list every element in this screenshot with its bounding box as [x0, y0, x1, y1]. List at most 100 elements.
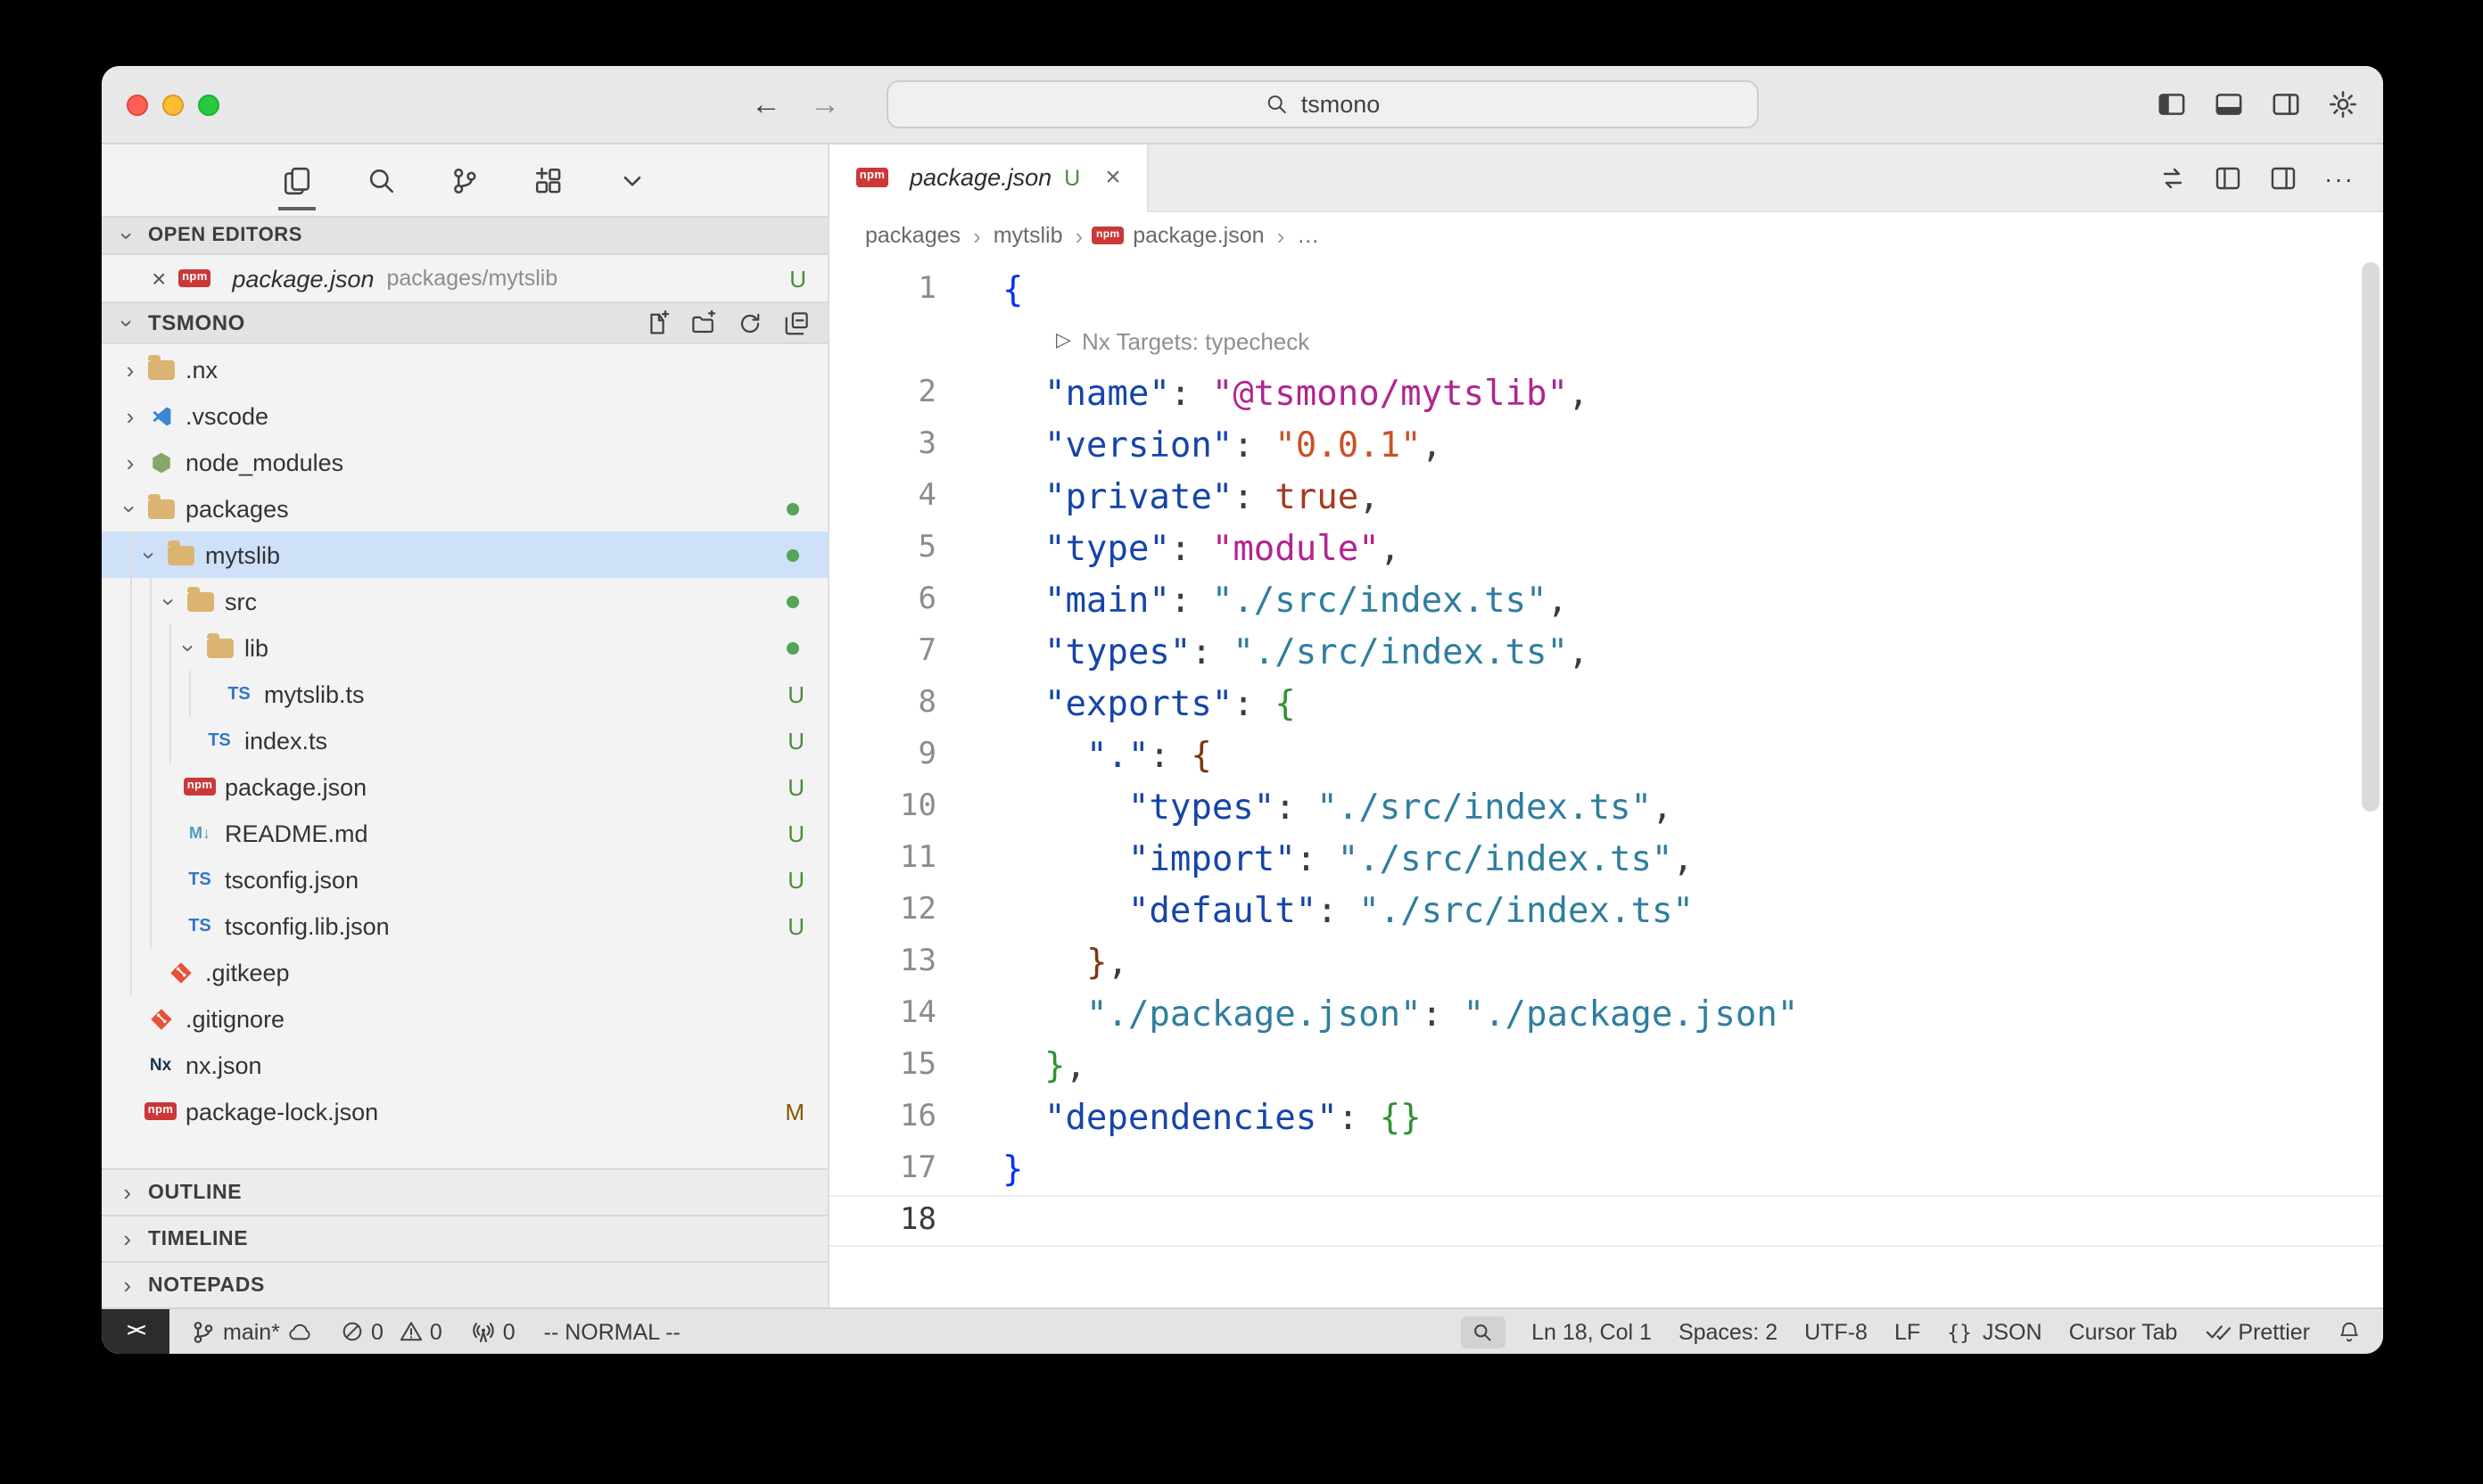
tree-item-.gitkeep[interactable]: .gitkeep — [102, 949, 828, 995]
breadcrumb-item-packages[interactable]: packages — [865, 223, 961, 248]
indentation-indicator[interactable]: Spaces: 2 — [1679, 1319, 1778, 1344]
language-mode[interactable]: {} JSON — [1947, 1319, 2042, 1344]
tree-item-.vscode[interactable]: ›.vscode — [102, 392, 828, 439]
cursor-tab-indicator[interactable]: Cursor Tab — [2069, 1319, 2178, 1344]
chevron-down-icon: › — [117, 494, 144, 523]
source-control-view-icon[interactable] — [446, 161, 483, 199]
open-editor-entry[interactable]: × npm package.json packages/mytslib U — [102, 255, 828, 301]
title-bar: ← → tsmono — [102, 66, 2383, 144]
breadcrumb-item-mytslib[interactable]: mytslib — [994, 223, 1063, 248]
close-tab-icon[interactable]: × — [1105, 162, 1121, 193]
ts-icon: TS — [184, 916, 216, 936]
eol-indicator[interactable]: LF — [1894, 1319, 1920, 1344]
encoding-indicator[interactable]: UTF-8 — [1804, 1319, 1868, 1344]
section-outline-label: OUTLINE — [148, 1182, 242, 1203]
close-editor-icon[interactable]: × — [152, 264, 166, 293]
md-icon: M↓ — [184, 824, 216, 842]
vertical-scrollbar[interactable] — [2362, 262, 2380, 812]
formatter-indicator[interactable]: Prettier — [2204, 1319, 2310, 1344]
remote-indicator[interactable]: >< — [102, 1309, 169, 1354]
publish-icon — [287, 1319, 312, 1344]
run-icon[interactable]: ▷ — [1056, 316, 1071, 367]
eol-label: LF — [1894, 1319, 1920, 1344]
vim-mode-indicator[interactable]: -- NORMAL -- — [544, 1319, 681, 1344]
explorer-view-icon[interactable] — [278, 161, 316, 199]
code-line: 10 "types": "./src/index.ts", — [829, 781, 2383, 833]
ts-icon: TS — [203, 730, 235, 750]
cursor-position[interactable]: Ln 18, Col 1 — [1531, 1319, 1652, 1344]
forward-button[interactable]: → — [810, 89, 840, 120]
tree-item-packages[interactable]: ›packages — [102, 485, 828, 532]
notifications-bell[interactable] — [2337, 1319, 2362, 1344]
sidebar: › OPEN EDITORS × npm package.json packag… — [102, 144, 828, 1307]
codelens-label[interactable]: Nx Targets: typecheck — [1082, 316, 1309, 367]
new-folder-button[interactable] — [690, 309, 717, 336]
chevron-right-icon: › — [120, 1272, 136, 1298]
compare-changes-icon[interactable] — [2158, 163, 2187, 192]
branch-indicator[interactable]: main* — [191, 1319, 312, 1344]
settings-gear-icon[interactable] — [2328, 89, 2358, 120]
code-line: 2 "name": "@tsmono/mytslib", — [829, 367, 2383, 419]
indent-guide — [169, 624, 171, 671]
toggle-secondary-sidebar-icon[interactable] — [2271, 89, 2301, 120]
extensions-view-icon[interactable] — [530, 161, 567, 199]
tree-item-.gitignore[interactable]: .gitignore — [102, 995, 828, 1042]
tree-item-src[interactable]: ›src — [102, 578, 828, 624]
minimize-window-button[interactable] — [162, 94, 184, 115]
indent-guide — [150, 624, 152, 671]
workspace-header[interactable]: › TSMONO — [102, 301, 828, 344]
split-editor-icon[interactable] — [2269, 163, 2297, 192]
section-notepads[interactable]: › NOTEPADS — [102, 1261, 828, 1307]
tree-item-mytslib[interactable]: ›mytslib — [102, 532, 828, 578]
code-editor[interactable]: 1{▷Nx Targets: typecheck2 "name": "@tsmo… — [829, 259, 2383, 1307]
new-file-button[interactable] — [644, 309, 671, 336]
chevron-right-icon: › — [116, 449, 144, 475]
open-editors-header[interactable]: › OPEN EDITORS — [102, 216, 828, 255]
line-number: 8 — [829, 678, 936, 730]
tree-item-mytslib.ts[interactable]: TSmytslib.tsU — [102, 671, 828, 717]
tree-item-.nx[interactable]: ›.nx — [102, 346, 828, 392]
tree-item-tsconfig.json[interactable]: TStsconfig.jsonU — [102, 856, 828, 903]
toggle-panel-icon[interactable] — [2214, 89, 2244, 120]
section-outline[interactable]: › OUTLINE — [102, 1168, 828, 1215]
command-center-search[interactable]: tsmono — [887, 80, 1759, 128]
indent-guide — [130, 949, 132, 995]
tree-item-node_modules[interactable]: ›node_modules — [102, 439, 828, 485]
tree-item-package-lock.json[interactable]: npmpackage-lock.jsonM — [102, 1088, 828, 1134]
toggle-primary-sidebar-icon[interactable] — [2157, 89, 2187, 120]
line-number: 7 — [829, 626, 936, 678]
tree-item-lib[interactable]: ›lib — [102, 624, 828, 671]
problems-indicator[interactable]: 0 0 — [341, 1319, 442, 1344]
radio-tower-icon — [471, 1319, 496, 1344]
refresh-explorer-button[interactable] — [737, 309, 763, 336]
close-window-button[interactable] — [127, 94, 148, 115]
maximize-window-button[interactable] — [198, 94, 219, 115]
tree-item-index.ts[interactable]: TSindex.tsU — [102, 717, 828, 763]
tab-package-json[interactable]: npm package.json U × — [829, 144, 1150, 210]
tree-item-package.json[interactable]: npmpackage.jsonU — [102, 763, 828, 810]
breadcrumb-item-symbol[interactable]: … — [1297, 223, 1319, 248]
collapse-folders-button[interactable] — [783, 309, 810, 336]
section-timeline[interactable]: › TIMELINE — [102, 1215, 828, 1261]
tree-item-label: .gitignore — [186, 1005, 285, 1032]
section-notepads-label: NOTEPADS — [148, 1274, 265, 1296]
more-actions-icon[interactable]: ··· — [2324, 163, 2355, 192]
editor-layout-icon[interactable] — [2214, 163, 2242, 192]
line-number: 4 — [829, 471, 936, 523]
braces-icon: {} — [1947, 1319, 1972, 1344]
tree-item-README.md[interactable]: M↓README.mdU — [102, 810, 828, 856]
zoom-indicator[interactable] — [1460, 1315, 1505, 1348]
section-timeline-label: TIMELINE — [148, 1228, 248, 1249]
more-views-icon[interactable] — [614, 161, 651, 199]
breadcrumb-item-package-json[interactable]: package.json — [1133, 223, 1264, 248]
search-view-icon[interactable] — [362, 161, 400, 199]
code-content: "./package.json": "./package.json" — [936, 988, 1798, 1040]
back-button[interactable]: ← — [751, 89, 781, 120]
codelens-row[interactable]: ▷Nx Targets: typecheck — [829, 316, 2383, 367]
code-content: }, — [936, 1040, 1086, 1092]
npm-icon: npm — [1095, 227, 1120, 244]
tree-item-tsconfig.lib.json[interactable]: TStsconfig.lib.jsonU — [102, 903, 828, 949]
tree-item-nx.json[interactable]: Nxnx.json — [102, 1042, 828, 1088]
ports-indicator[interactable]: 0 — [471, 1319, 516, 1344]
indent-guide — [150, 903, 152, 949]
